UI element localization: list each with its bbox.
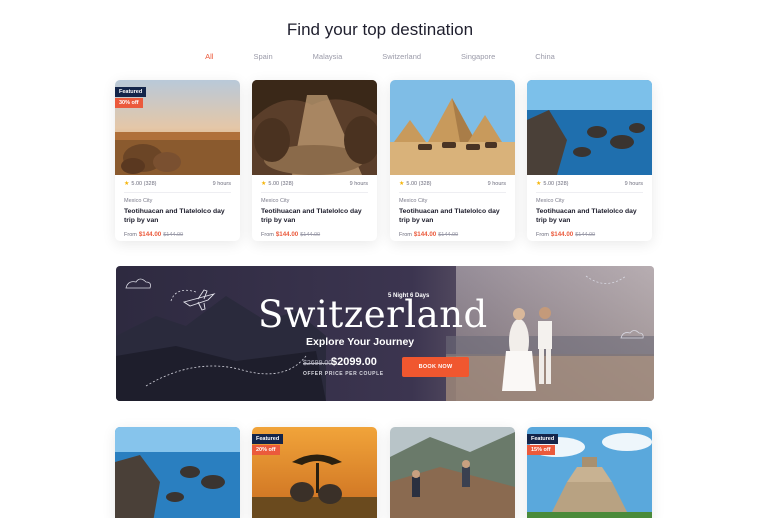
old-price: $144.00 xyxy=(438,232,459,238)
rating: 5.00 (328) xyxy=(406,181,432,187)
tab-switzerland[interactable]: Switzerland xyxy=(362,52,441,61)
location: Mexico City xyxy=(536,198,565,204)
tour-card[interactable] xyxy=(115,427,240,518)
duration: 9 hours xyxy=(487,180,506,187)
star-icon: ★ xyxy=(124,181,130,187)
banner-subtitle: Explore Your Journey xyxy=(306,336,415,348)
price-row: From $144.00 $144.00 xyxy=(399,231,459,238)
tour-card[interactable]: ★ 5.00 (328) 9 hours Mexico City Teotihuac… xyxy=(390,80,515,241)
duration: 9 hours xyxy=(349,180,368,187)
tour-image xyxy=(115,427,240,518)
price-row: From $144.00 $144.00 xyxy=(261,231,321,238)
current-price: $144.00 xyxy=(138,231,162,238)
rating: 5.00 (328) xyxy=(543,181,569,187)
featured-badge: Featured xyxy=(527,434,559,444)
tour-name[interactable]: Teotihuacan and Tlatelolco day trip by va… xyxy=(536,207,643,225)
page-title: Find your top destination xyxy=(286,20,474,39)
tour-card[interactable]: Featured 15% off xyxy=(527,427,652,518)
banner-old-price: $2699.00 xyxy=(303,360,333,367)
old-price: $144.00 xyxy=(575,232,596,238)
tour-image xyxy=(252,80,377,175)
duration: 9 hours xyxy=(624,180,643,187)
tour-name[interactable]: Teotihuacan and Tlatelolco day trip by va… xyxy=(399,207,506,225)
rating: 5.00 (328) xyxy=(268,181,294,187)
current-price: $144.00 xyxy=(413,231,437,238)
star-icon: ★ xyxy=(536,181,542,187)
tour-name[interactable]: Teotihuacan and Tlatelolco day trip by va… xyxy=(261,207,368,225)
tour-name[interactable]: Teotihuacan and Tlatelolco day trip by va… xyxy=(124,207,231,225)
old-price: $144.00 xyxy=(163,232,184,238)
duration: 9 hours xyxy=(212,180,231,187)
rating: 5.00 (328) xyxy=(131,181,157,187)
tour-card[interactable] xyxy=(390,427,515,518)
tour-card[interactable]: ★ 5.00 (328) 9 hours Mexico City Teotihuac… xyxy=(252,80,377,241)
tab-spain[interactable]: Spain xyxy=(233,52,292,61)
price-row: From $144.00 $144.00 xyxy=(536,231,596,238)
tour-card[interactable]: Featured 20% off xyxy=(252,427,377,518)
tour-card[interactable]: ★ 5.00 (328) 9 hours Mexico City Teotihuac… xyxy=(527,80,652,241)
featured-badge: Featured xyxy=(115,87,147,97)
current-price: $144.00 xyxy=(275,231,299,238)
location: Mexico City xyxy=(261,198,290,204)
tour-card[interactable]: Featured 30% off ★ 5.00 (328) 9 hours Mexi… xyxy=(115,80,240,241)
destination-tabs: All Spain Malaysia Switzerland Singapore… xyxy=(0,52,760,61)
tab-singapore[interactable]: Singapore xyxy=(441,52,515,61)
discount-badge: 20% off xyxy=(252,445,280,455)
tab-all[interactable]: All xyxy=(185,52,233,61)
price-row: From $144.00 $144.00 xyxy=(124,231,184,238)
banner-offer-note: OFFER PRICE PER COUPLE xyxy=(303,371,384,377)
banner-price: $2099.00 xyxy=(331,356,377,368)
promo-banner[interactable]: 5 Night 6 Days Switzerland Explore Your … xyxy=(116,266,654,401)
banner-title: Switzerland xyxy=(258,293,488,336)
tab-china[interactable]: China xyxy=(515,52,575,61)
tab-malaysia[interactable]: Malaysia xyxy=(293,52,363,61)
star-icon: ★ xyxy=(261,181,267,187)
featured-badge: Featured xyxy=(252,434,284,444)
old-price: $144.00 xyxy=(300,232,321,238)
current-price: $144.00 xyxy=(550,231,574,238)
book-now-button[interactable]: BOOK NOW xyxy=(402,357,469,377)
tour-image xyxy=(390,427,515,518)
location: Mexico City xyxy=(399,198,428,204)
tour-image xyxy=(527,80,652,175)
discount-badge: 15% off xyxy=(527,445,555,455)
tour-image: Featured 30% off xyxy=(115,80,240,175)
discount-badge: 30% off xyxy=(115,98,143,108)
star-icon: ★ xyxy=(399,181,405,187)
location: Mexico City xyxy=(124,198,153,204)
tour-image xyxy=(390,80,515,175)
